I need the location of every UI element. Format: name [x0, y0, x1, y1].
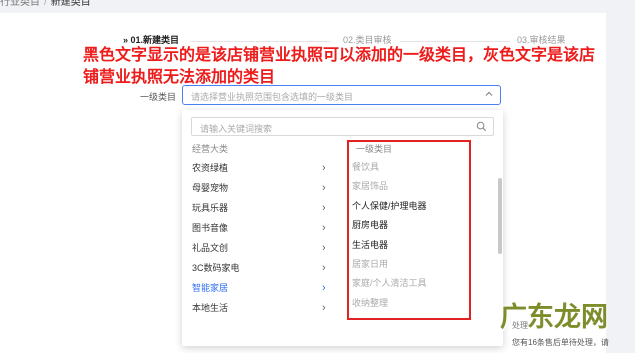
list-item[interactable]: 礼品文创 › [182, 238, 342, 258]
chevron-right-icon: › [322, 162, 326, 174]
business-category-list: 经营大类 农资绿植 › 母婴宠物 › 玩具乐器 › 图书音像 › 礼品文创 › 3C数码家… [182, 140, 342, 346]
item-label: 礼品文创 [192, 243, 229, 253]
list-item-disabled: 收纳整理 [352, 297, 389, 308]
chevron-right-icon: › [322, 302, 326, 314]
category-label: 一级类目 [140, 92, 177, 102]
chevron-right-icon: › [322, 182, 326, 194]
chevron-up-icon [485, 91, 493, 96]
search-input[interactable]: 请输入关键词搜索 [191, 117, 494, 136]
chevron-right-icon: › [322, 202, 326, 214]
list-item-disabled: 家居饰品 [352, 181, 389, 192]
list-item[interactable]: 厨房电器 [344, 216, 503, 235]
list-item-active[interactable]: 智能家居 › [182, 278, 342, 298]
after-sales-notice[interactable]: 您有16条售后单待处理，请 [512, 337, 609, 348]
list-item-disabled: 家庭/个人清洁工具 [352, 278, 427, 289]
category-dropdown: 请输入关键词搜索 经营大类 农资绿植 › 母婴宠物 › 玩具乐器 › 图书音像 › 礼品… [182, 110, 503, 346]
list-item[interactable]: 农资绿植 › [182, 158, 342, 178]
search-placeholder: 请输入关键词搜索 [200, 124, 273, 134]
list-item[interactable]: 生活电器 [344, 236, 503, 255]
item-label: 玩具乐器 [192, 203, 229, 213]
item-label: 智能家居 [192, 283, 229, 293]
chevron-right-icon: › [322, 282, 326, 294]
right-column-header: 一级类目 [356, 144, 393, 154]
item-label: 3C数码家电 [192, 263, 240, 273]
item-label: 图书音像 [192, 223, 229, 233]
list-item-disabled: 餐饮具 [352, 162, 380, 172]
step-connector [400, 41, 510, 42]
step-connector [190, 41, 330, 42]
list-item[interactable]: 图书音像 › [182, 218, 342, 238]
left-column-header: 经营大类 [192, 144, 229, 154]
breadcrumb-current: 新建类目 [50, 0, 91, 8]
chevron-right-icon: › [322, 242, 326, 254]
list-item[interactable]: 个人保健/护理电器 [344, 197, 503, 216]
item-label: 农资绿植 [192, 163, 229, 173]
list-item[interactable]: 玩具乐器 › [182, 198, 342, 218]
chevron-right-icon: › [322, 262, 326, 274]
annotation-text: 黑色文字显示的是该店铺营业执照可以添加的一级类目，灰色文字是该店铺营业执照无法添… [83, 45, 596, 86]
list-item[interactable]: 3C数码家电 › [182, 258, 342, 278]
select-placeholder: 请选择营业执照范围包含选填的一级类目 [191, 92, 354, 102]
watermark: 广东龙网 [500, 302, 608, 333]
breadcrumb-parent[interactable]: 行业类目 [0, 0, 40, 8]
scrollbar[interactable] [498, 178, 502, 254]
category-select[interactable]: 请选择营业执照范围包含选填的一级类目 [182, 85, 501, 105]
item-label: 母婴宠物 [192, 183, 229, 193]
list-item-disabled: 居家日用 [352, 258, 389, 269]
breadcrumb: 行业类目 / 新建类目 [0, 0, 91, 8]
list-item[interactable]: 母婴宠物 › [182, 178, 342, 198]
list-item[interactable]: 本地生活 › [182, 298, 342, 318]
breadcrumb-separator: / [44, 0, 47, 8]
item-label: 本地生活 [192, 303, 229, 313]
primary-category-list: 一级类目 餐饮具 家居饰品 个人保健/护理电器 厨房电器 生活电器 居家日用 家… [344, 140, 503, 346]
chevron-right-icon: › [322, 222, 326, 234]
search-icon[interactable] [476, 121, 487, 132]
